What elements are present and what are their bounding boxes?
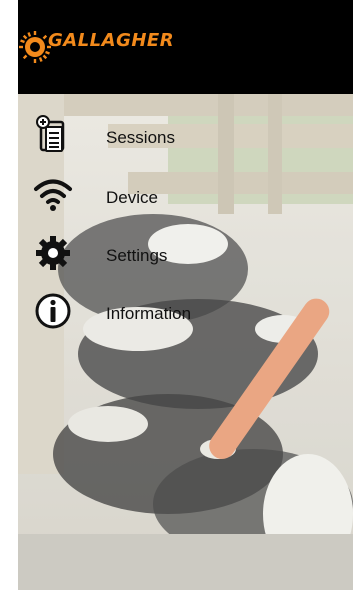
menu-item-label: Information [106, 304, 192, 323]
menu-item-settings[interactable]: Settings [18, 230, 353, 280]
cattle-pen-image [18, 94, 353, 590]
menu-item-label: Device [106, 188, 158, 207]
menu-item-sessions[interactable]: Sessions [18, 112, 353, 162]
sessions-clipboard-icon [36, 115, 65, 152]
background-photo [18, 94, 353, 590]
gear-icon [36, 236, 70, 270]
wifi-icon [34, 179, 72, 211]
left-edge-strip [0, 0, 18, 590]
menu-item-information[interactable]: Information [18, 288, 353, 338]
menu-item-label: Sessions [106, 128, 175, 147]
app-header: GALLAGHER [18, 0, 353, 94]
app-screen: GALLAGHER Sessions Device Settings Infor… [0, 0, 353, 590]
info-icon [35, 293, 71, 329]
menu-item-label: Settings [106, 246, 168, 265]
gallagher-logo: GALLAGHER [18, 27, 188, 69]
brand-name: GALLAGHER [48, 30, 175, 51]
menu-item-device[interactable]: Device [18, 172, 353, 222]
